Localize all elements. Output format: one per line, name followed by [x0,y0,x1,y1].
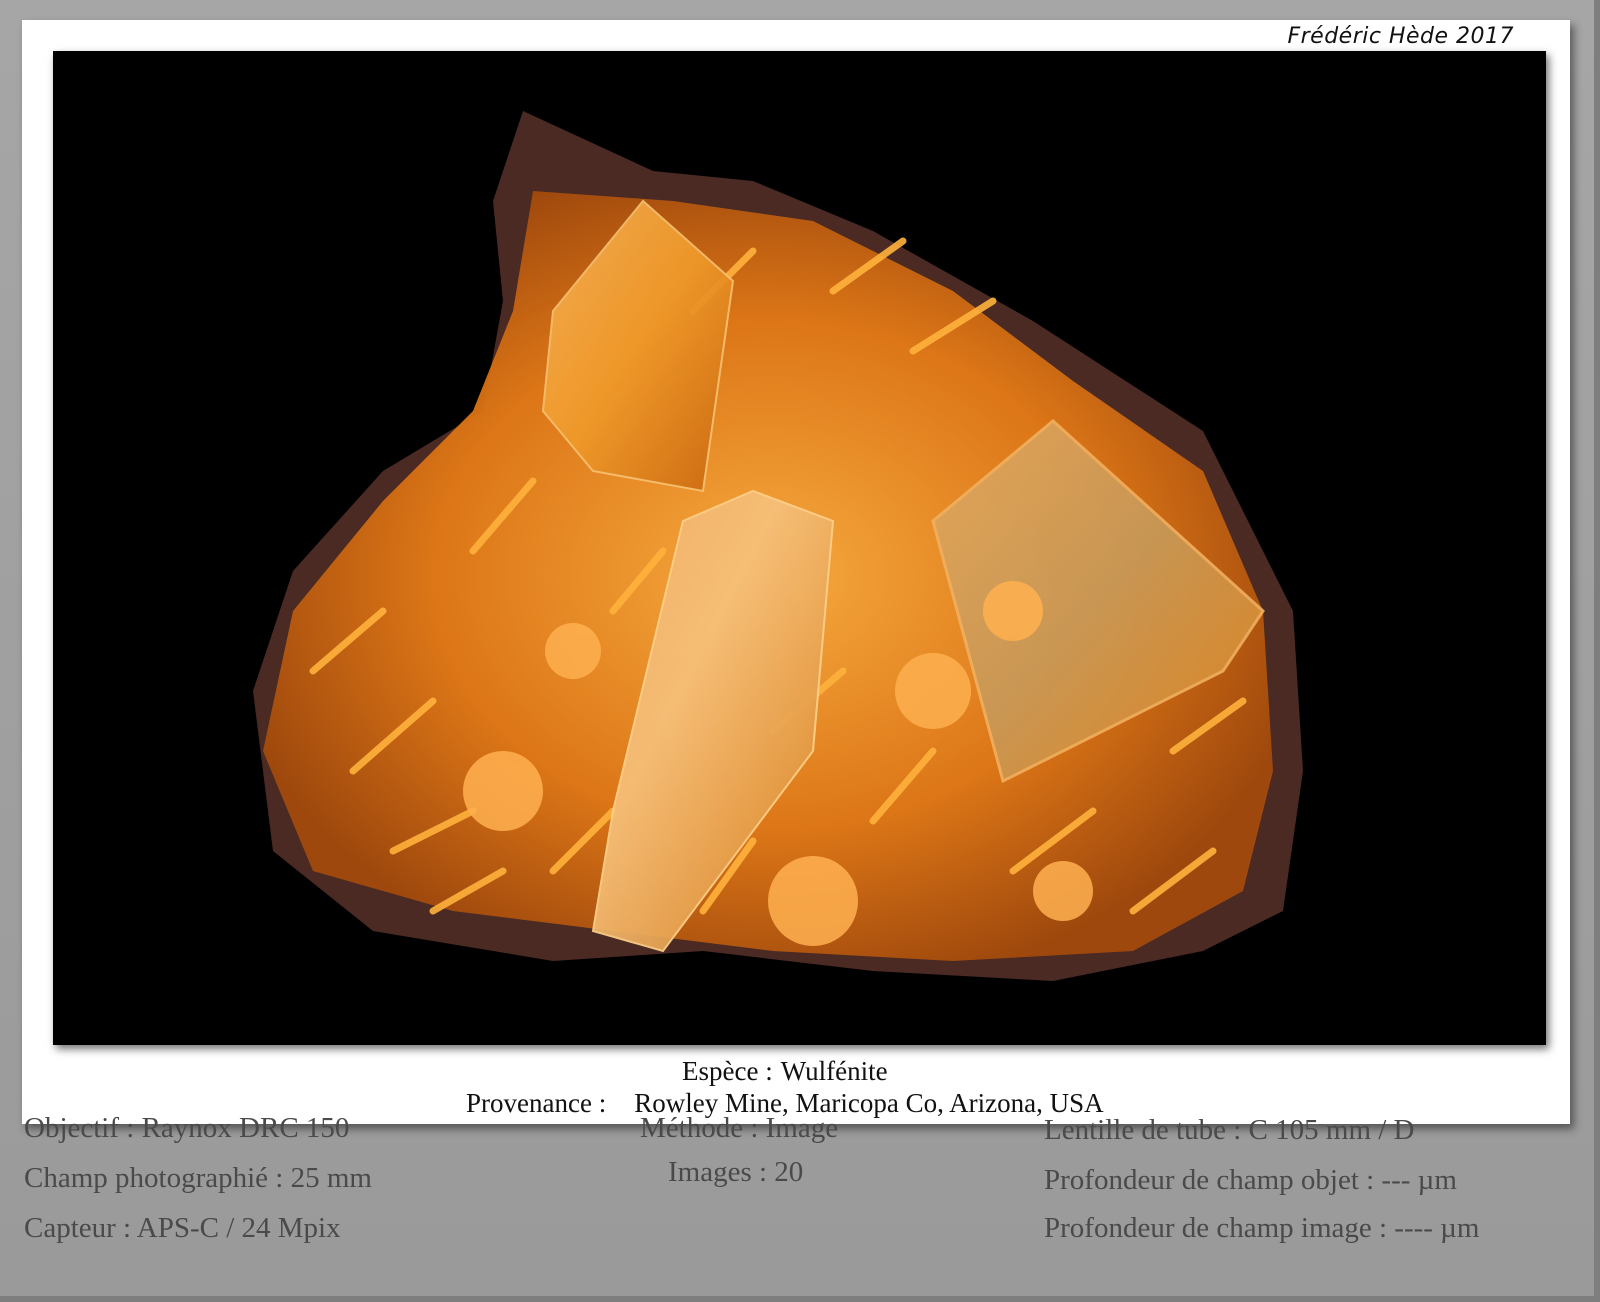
species-caption: Espèce : Wulfénite [682,1056,888,1087]
page-frame: Frédéric Hède 2017 Espèce: Wulfénite Pr… [0,0,1600,1302]
species-label: Espèce : [682,1056,773,1086]
species-value: Wulfénite [780,1056,888,1086]
info-champ: Champ photographié : 25 mm [24,1162,372,1194]
info-methode: Méthode : Image [640,1112,839,1144]
provenance-label: Provenance : [466,1088,607,1118]
info-profondeur-image: Profondeur de champ image : ---- µm [1044,1212,1480,1244]
wulfenite-specimen-image [53,51,1546,1045]
info-images: Images : 20 [668,1156,804,1188]
info-lentille: Lentille de tube : C 105 mm / D [1044,1114,1415,1146]
info-profondeur-objet: Profondeur de champ objet : --- µm [1044,1164,1457,1196]
photographer-credit: Frédéric Hède 2017 [1287,24,1514,49]
mineral-photo [53,51,1546,1045]
white-panel: Frédéric Hède 2017 Espèce: Wulfénite Pr… [22,20,1570,1124]
info-objectif: Objectif : Raynox DRC 150 [24,1112,350,1144]
info-capteur: Capteur : APS-C / 24 Mpix [24,1212,341,1244]
